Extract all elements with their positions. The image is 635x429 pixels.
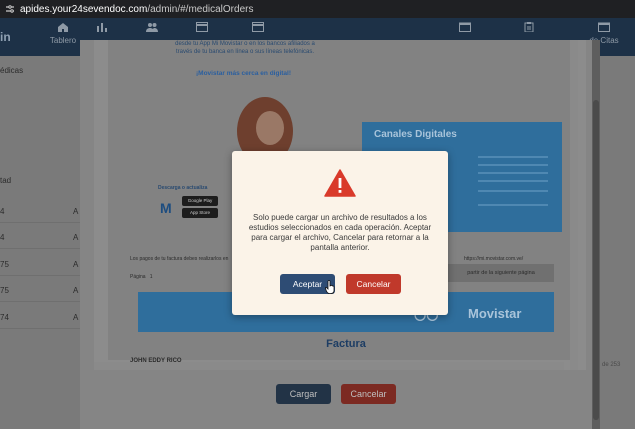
divider [478, 164, 548, 166]
cancel-upload-button[interactable]: Cancelar [341, 384, 396, 404]
section-fragment: édicas [0, 66, 24, 75]
nav-billing[interactable] [182, 22, 222, 36]
divider [478, 180, 548, 182]
divider [478, 172, 548, 174]
pager-fragment: de 253 [602, 362, 621, 368]
url-host: apides.your24sevendoc.com [20, 3, 148, 15]
google-play-badge: Google Play [182, 196, 218, 206]
table-row[interactable]: 75 A [0, 254, 80, 276]
document-actions: Cargar Cancelar [80, 384, 600, 404]
home-icon [58, 23, 68, 32]
scrollbar-thumb[interactable] [593, 100, 599, 420]
orders-table-right-column: de 253 [600, 56, 635, 429]
orders-table-left-column: édicas tad 4A 4A 75 A 75 A 74 A [0, 56, 80, 429]
card-icon [252, 22, 264, 32]
site-info-icon[interactable] [4, 3, 16, 15]
url-text[interactable]: apides.your24sevendoc.com/admin/#/medica… [20, 4, 253, 15]
url-path: /admin/#/medicalOrders [147, 3, 254, 15]
nav-calendar[interactable] [445, 22, 485, 36]
download-title: Descarga o actualiza [158, 185, 208, 191]
calendar-icon [598, 22, 610, 32]
divider [478, 204, 548, 206]
banner-brand: Movistar [468, 306, 522, 321]
promo-text: desde tu App Mi Movistar o en los bancos… [175, 41, 315, 55]
app-store-badge: App Store [182, 208, 218, 218]
document-vertical-scrollbar[interactable] [570, 40, 578, 370]
movistar-logo-icon: M [160, 200, 172, 216]
browser-url-bar[interactable]: apides.your24sevendoc.com/admin/#/medica… [0, 0, 635, 18]
document-horizontal-scrollbar[interactable] [94, 362, 564, 370]
table-row[interactable]: 75 A [0, 280, 80, 302]
warning-triangle-icon [324, 169, 356, 197]
bar-chart-icon [97, 23, 107, 32]
cancel-button[interactable]: Cancelar [346, 274, 401, 294]
nav-payments[interactable] [238, 22, 278, 36]
alert-message: Solo puede cargar un archivo de resultad… [248, 213, 432, 252]
page-scrollbar[interactable] [592, 40, 600, 429]
payment-url: https://mi.movistar.com.ve/ [464, 256, 524, 262]
payment-footnote: Los pagos de tu factura debes realizarlo… [130, 256, 229, 262]
table-row[interactable]: 4A [0, 201, 80, 223]
table-row[interactable]: 4A [0, 227, 80, 249]
nav-reports[interactable] [82, 22, 122, 36]
divider [478, 190, 548, 192]
page-indicator: Página 1 [130, 274, 153, 280]
nav-users[interactable] [132, 22, 172, 36]
card-icon [196, 22, 208, 32]
clipboard-icon [524, 22, 534, 32]
canales-title: Canales Digitales [374, 129, 457, 140]
upload-button[interactable]: Cargar [276, 384, 331, 404]
column-header-fragment: tad [0, 176, 12, 185]
invoice-title: Factura [326, 338, 366, 350]
next-page-note: partir de la siguiente página [448, 264, 554, 282]
brand-fragment: in [0, 30, 11, 44]
divider [478, 156, 548, 158]
nav-tablero[interactable]: Tablero [43, 22, 83, 45]
nav-orders[interactable] [509, 22, 549, 36]
confirmation-alert-dialog: Solo puede cargar un archivo de resultad… [232, 151, 448, 315]
hand-cursor-icon [325, 280, 335, 294]
table-row[interactable]: 74 A [0, 307, 80, 329]
calendar-icon [459, 22, 471, 32]
users-icon [146, 23, 158, 32]
nav-label: Tablero [49, 36, 77, 45]
